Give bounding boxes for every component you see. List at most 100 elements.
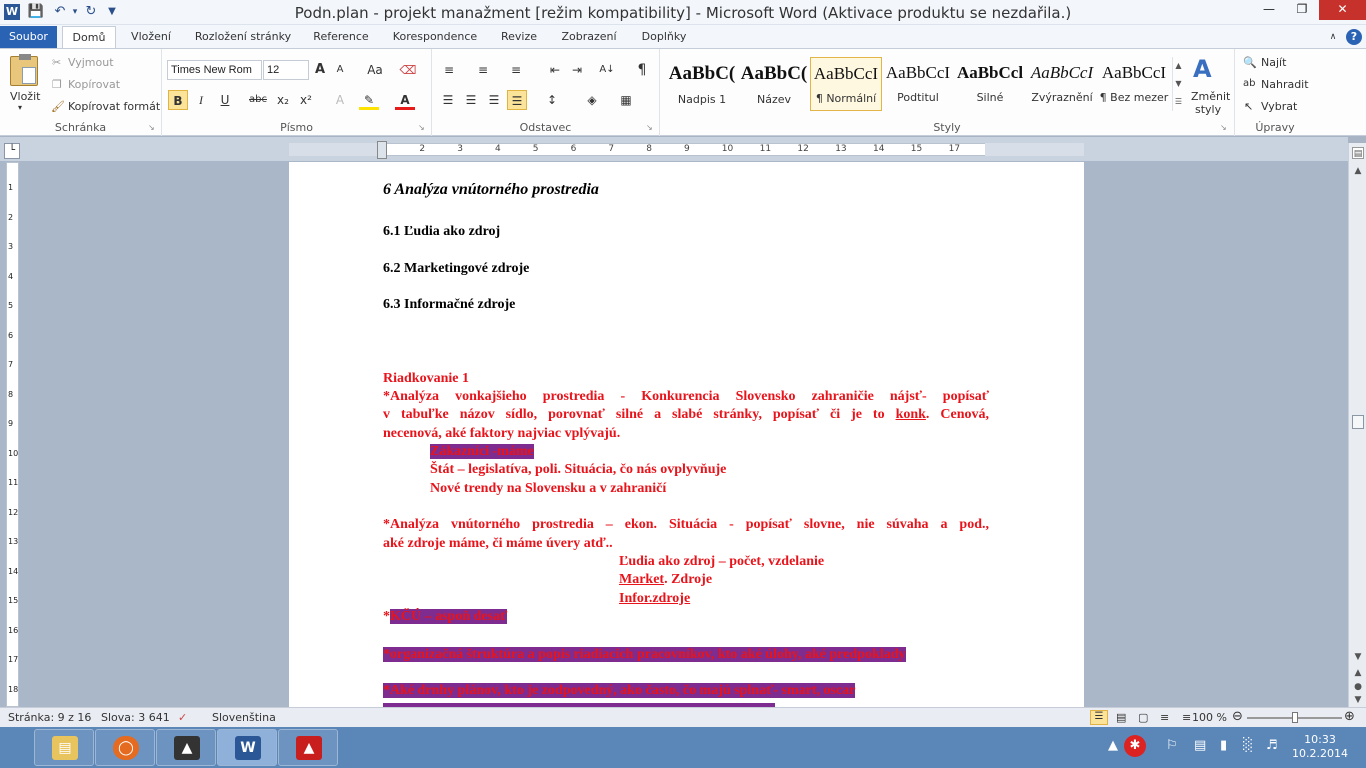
tab-selector-icon[interactable]: └ — [4, 143, 20, 159]
copy-button[interactable]: Kopírovat — [68, 78, 120, 91]
previous-page-icon[interactable]: ▲ — [1352, 667, 1364, 679]
change-styles-button[interactable]: Změnit — [1191, 90, 1230, 103]
zoom-out-icon[interactable]: ⊖ — [1232, 709, 1243, 724]
draft-icon[interactable]: ≡ — [1182, 711, 1191, 724]
underline-button[interactable]: U — [215, 90, 235, 110]
minimize-button[interactable]: — — [1255, 0, 1283, 20]
document-page[interactable]: 6 Analýza vnútorného prostredia 6.1 Ľudi… — [289, 162, 1084, 707]
font-name-combo[interactable]: Times New Rom — [167, 60, 262, 80]
align-center-icon[interactable]: ☰ — [461, 90, 481, 110]
zoom-slider-thumb[interactable] — [1292, 712, 1298, 723]
style-title[interactable]: AaBbC( Název — [738, 57, 810, 111]
paste-dropdown-icon[interactable]: ▾ — [18, 103, 22, 112]
horizontal-ruler[interactable]: 211234567891011121314151718 — [289, 143, 1084, 156]
clock[interactable]: 10:33 10.2.2014 — [1288, 733, 1352, 761]
font-launcher-icon[interactable]: ↘ — [418, 123, 425, 132]
minimize-ribbon-icon[interactable]: ∧ — [1326, 26, 1340, 48]
bold-button[interactable]: B — [168, 90, 188, 110]
find-icon[interactable]: 🔍 — [1243, 56, 1257, 69]
find-button[interactable]: Najít — [1261, 56, 1286, 69]
tray-flag-icon[interactable]: ⚐ — [1166, 738, 1178, 753]
language[interactable]: Slovenština — [212, 711, 276, 724]
tab-home[interactable]: Domů — [62, 26, 116, 48]
decrease-indent-icon[interactable]: ⇤ — [545, 60, 565, 80]
style-strong[interactable]: AaBbCcl Silné — [954, 57, 1026, 111]
styles-scroll[interactable]: ▲ ▼ ☰ — [1172, 57, 1184, 111]
restore-button[interactable]: ❐ — [1288, 0, 1316, 20]
format-painter-button[interactable]: Kopírovat formát — [68, 100, 160, 113]
multilevel-list-icon[interactable]: ≡ — [506, 60, 526, 80]
clear-formatting-icon[interactable]: ⌫ — [398, 60, 418, 80]
style-heading-1[interactable]: AaBbC( Nadpis 1 — [666, 57, 738, 111]
page-count[interactable]: Stránka: 9 z 16 — [8, 711, 91, 724]
justify-icon[interactable]: ☰ — [507, 90, 527, 110]
sort-icon[interactable]: A↓ — [597, 60, 617, 80]
strikethrough-button[interactable]: abc — [248, 90, 268, 110]
show-formatting-icon[interactable]: ¶ — [632, 60, 652, 80]
font-size-combo[interactable]: 12 — [263, 60, 309, 80]
paste-button[interactable]: Vložit — [10, 90, 40, 103]
replace-icon[interactable]: ab — [1243, 78, 1255, 89]
styles-launcher-icon[interactable]: ↘ — [1220, 123, 1227, 132]
split-view-icon[interactable]: ▤ — [1352, 147, 1364, 159]
vertical-scrollbar[interactable]: ▤ ▲ ▼ ▲ ● ▼ — [1348, 143, 1366, 707]
scroll-down-icon[interactable]: ▼ — [1352, 651, 1364, 663]
text-effects-icon[interactable]: A — [330, 90, 350, 110]
scroll-thumb[interactable] — [1352, 415, 1364, 429]
tab-view[interactable]: Zobrazení — [555, 26, 623, 48]
scroll-up-icon[interactable]: ▲ — [1352, 165, 1364, 177]
paragraph-launcher-icon[interactable]: ↘ — [646, 123, 653, 132]
copy-icon[interactable]: ❐ — [52, 78, 62, 91]
style-emphasis[interactable]: AaBbCcI Zvýraznění — [1026, 57, 1098, 111]
full-screen-icon[interactable]: ▤ — [1116, 711, 1126, 724]
shading-icon[interactable]: ◈ — [582, 90, 602, 110]
tab-references[interactable]: Reference — [308, 26, 374, 48]
taskbar-app[interactable]: ▲ — [156, 729, 216, 766]
tray-expand-icon[interactable]: ▲ — [1108, 738, 1118, 753]
print-layout-icon[interactable]: ☰ — [1090, 710, 1108, 725]
select-icon[interactable]: ↖ — [1244, 100, 1253, 113]
tab-page-layout[interactable]: Rozložení stránky — [190, 26, 296, 48]
tab-insert[interactable]: Vložení — [124, 26, 178, 48]
borders-icon[interactable]: ▦ — [616, 90, 636, 110]
action-center-icon[interactable]: ✱ — [1124, 735, 1146, 757]
outline-icon[interactable]: ≡ — [1160, 711, 1169, 724]
web-layout-icon[interactable]: ▢ — [1138, 711, 1148, 724]
next-page-icon[interactable]: ▼ — [1352, 694, 1364, 706]
align-left-icon[interactable]: ☰ — [438, 90, 458, 110]
close-button[interactable]: ✕ — [1319, 0, 1366, 20]
font-color-icon[interactable]: A — [395, 90, 415, 110]
taskbar-explorer[interactable]: ▤ — [34, 729, 94, 766]
zoom-level[interactable]: 100 % — [1192, 711, 1227, 724]
superscript-button[interactable]: x² — [296, 90, 316, 110]
cut-icon[interactable]: ✂ — [52, 56, 61, 69]
tab-addins[interactable]: Doplňky — [634, 26, 694, 48]
battery-icon[interactable]: ▮ — [1220, 738, 1227, 753]
replace-button[interactable]: Nahradit — [1261, 78, 1309, 91]
taskbar-word[interactable]: W — [217, 729, 277, 766]
signal-icon[interactable]: ░ — [1243, 738, 1253, 753]
paste-icon[interactable] — [10, 54, 38, 86]
select-button[interactable]: Vybrat — [1261, 100, 1297, 113]
style-normal[interactable]: AaBbCcI ¶ Normální — [810, 57, 882, 111]
highlight-icon[interactable]: ✎ — [359, 90, 379, 110]
tab-review[interactable]: Revize — [494, 26, 544, 48]
change-styles-button-line2[interactable]: styly — [1195, 103, 1221, 116]
italic-button[interactable]: I — [191, 90, 211, 110]
shrink-font-icon[interactable]: A — [330, 60, 350, 80]
bullets-icon[interactable]: ≡ — [439, 60, 459, 80]
grow-font-icon[interactable]: A — [310, 60, 330, 80]
change-case-icon[interactable]: Aa — [362, 60, 388, 80]
increase-indent-icon[interactable]: ⇥ — [567, 60, 587, 80]
tab-mailings[interactable]: Korespondence — [386, 26, 484, 48]
volume-icon[interactable]: ♬ — [1266, 738, 1278, 753]
vertical-ruler[interactable]: 1 2 3 4 5 6 7 8 9 10 11 12 13 14 15 16 17 18 — [6, 162, 19, 707]
align-right-icon[interactable]: ☰ — [484, 90, 504, 110]
style-subtitle[interactable]: AaBbCcI Podtitul — [882, 57, 954, 111]
browse-object-icon[interactable]: ● — [1352, 681, 1364, 693]
taskbar-firefox[interactable]: ◯ — [95, 729, 155, 766]
subscript-button[interactable]: x₂ — [273, 90, 293, 110]
network-icon[interactable]: ▤ — [1194, 738, 1206, 753]
clipboard-launcher-icon[interactable]: ↘ — [148, 123, 155, 132]
format-painter-icon[interactable]: 🖌 — [51, 100, 65, 113]
